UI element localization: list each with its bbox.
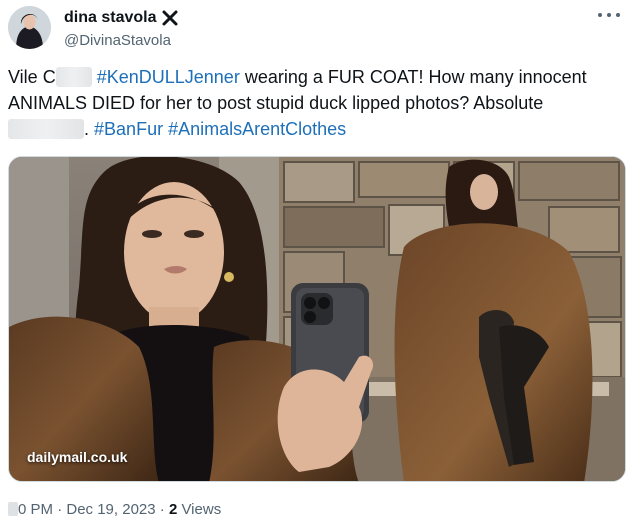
avatar[interactable] xyxy=(8,6,51,49)
meta-separator: · xyxy=(57,501,63,518)
hashtag-banfur[interactable]: #BanFur xyxy=(94,119,163,139)
tweet: dina stavola @DivinaStavola Vile C #KenD… xyxy=(0,0,634,521)
views-label: Views xyxy=(181,501,222,518)
meta-separator: · xyxy=(159,501,165,518)
tweet-media[interactable]: dailymail.co.uk xyxy=(8,156,626,482)
name-row: dina stavola xyxy=(64,8,179,28)
tweet-text: Vile C #KenDULLJenner wearing a FUR COAT… xyxy=(8,64,626,142)
hashtag-kendulljenner[interactable]: #KenDULLJenner xyxy=(97,67,240,87)
display-name[interactable]: dina stavola xyxy=(64,9,156,27)
hashtag-animalsarentclothes[interactable]: #AnimalsArentClothes xyxy=(168,119,346,139)
more-options-icon[interactable] xyxy=(598,8,620,22)
redacted-word xyxy=(8,118,84,139)
tweet-meta: 0 PM · Dec 19, 2023 · 2 Views xyxy=(8,501,221,518)
text-line-1: Vile C #KenDULLJenner wearing a FUR COAT… xyxy=(8,64,626,90)
user-handle[interactable]: @DivinaStavola xyxy=(64,32,171,49)
redacted-time-digit xyxy=(8,502,18,517)
tweet-time[interactable]: 0 PM xyxy=(18,501,53,518)
media-watermark: dailymail.co.uk xyxy=(27,449,128,465)
redacted-word xyxy=(55,66,92,87)
tweet-date[interactable]: Dec 19, 2023 xyxy=(66,501,155,518)
text-segment: wearing a FUR COAT! How many innocent xyxy=(239,67,587,87)
text-line-3: . #BanFur #AnimalsArentClothes xyxy=(8,116,626,142)
text-line-2: ANIMALS DIED for her to post stupid duck… xyxy=(8,93,544,113)
text-segment: Vile C xyxy=(8,67,56,87)
views-count: 2 xyxy=(168,501,178,518)
x-cross-icon xyxy=(161,9,179,27)
text-segment: . xyxy=(84,119,90,139)
